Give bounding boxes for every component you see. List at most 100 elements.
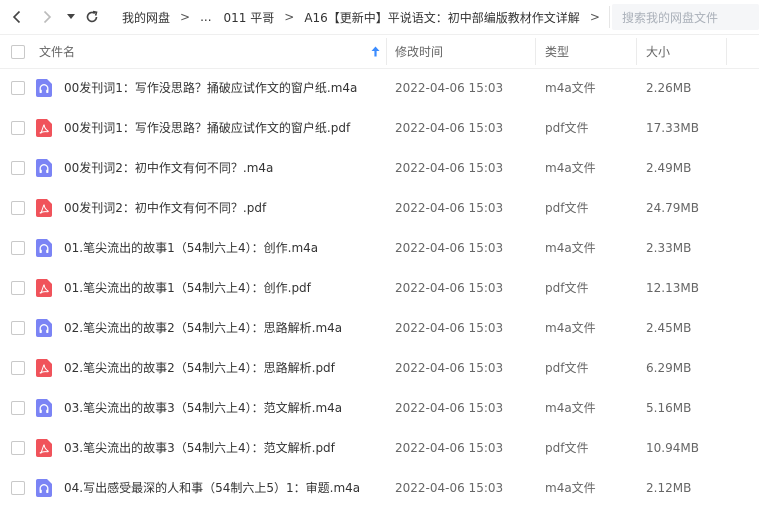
- audio-file-icon: [36, 479, 52, 497]
- sort-ascending-icon[interactable]: [371, 46, 380, 57]
- file-size: 2.33MB: [646, 241, 692, 255]
- refresh-button[interactable]: [83, 8, 101, 26]
- file-modified-time: 2022-04-06 15:03: [395, 241, 504, 255]
- file-name[interactable]: 02.笔尖流出的故事2（54制六上4）：思路解析.pdf: [64, 348, 335, 388]
- file-size: 5.16MB: [646, 401, 692, 415]
- audio-file-icon: [36, 239, 52, 257]
- table-row[interactable]: 00发刊词1：写作没思路？捅破应试作文的窗户纸.m4a 2022-04-06 15…: [0, 68, 759, 108]
- file-modified-time: 2022-04-06 15:03: [395, 321, 504, 335]
- row-checkbox[interactable]: [11, 241, 25, 255]
- row-checkbox[interactable]: [11, 281, 25, 295]
- back-button[interactable]: [8, 8, 26, 26]
- table-row[interactable]: 01.笔尖流出的故事1（54制六上4）：创作.pdf 2022-04-06 15:…: [0, 268, 759, 308]
- file-size: 12.13MB: [646, 281, 699, 295]
- file-size: 2.49MB: [646, 161, 692, 175]
- table-row[interactable]: 02.笔尖流出的故事2（54制六上4）：思路解析.pdf 2022-04-06 1…: [0, 348, 759, 388]
- file-type: m4a文件: [545, 481, 596, 495]
- select-all-checkbox[interactable]: [11, 45, 25, 59]
- file-size: 24.79MB: [646, 201, 699, 215]
- pdf-file-icon: [36, 199, 52, 217]
- breadcrumb-ellipsis[interactable]: ...: [194, 10, 217, 24]
- file-type: m4a文件: [545, 81, 596, 95]
- row-checkbox[interactable]: [11, 441, 25, 455]
- file-name[interactable]: 03.笔尖流出的故事3（54制六上4）：范文解析.m4a: [64, 388, 342, 428]
- table-row[interactable]: 00发刊词2：初中作文有何不同？.m4a 2022-04-06 15:03 m4a文…: [0, 148, 759, 188]
- column-divider[interactable]: [386, 38, 387, 65]
- file-type: m4a文件: [545, 161, 596, 175]
- file-modified-time: 2022-04-06 15:03: [395, 81, 504, 95]
- file-name[interactable]: 00发刊词2：初中作文有何不同？.pdf: [64, 188, 266, 228]
- top-toolbar: 我的网盘 > ... 011 平哥 > A16【更新中】平说语文：初中部编版教材…: [0, 0, 759, 34]
- file-size: 2.45MB: [646, 321, 692, 335]
- table-row[interactable]: 04.写出感受最深的人和事（54制六上5）1：审题.m4a 2022-04-06 …: [0, 468, 759, 508]
- search-placeholder: 搜索我的网盘文件: [622, 10, 719, 25]
- chevron-left-icon: [12, 10, 21, 24]
- row-checkbox[interactable]: [11, 361, 25, 375]
- table-row[interactable]: 00发刊词2：初中作文有何不同？.pdf 2022-04-06 15:03 pdf文…: [0, 188, 759, 228]
- search-input[interactable]: 搜索我的网盘文件: [612, 4, 759, 30]
- history-dropdown-button[interactable]: [64, 8, 78, 26]
- file-name[interactable]: 02.笔尖流出的故事2（54制六上4）：思路解析.m4a: [64, 308, 342, 348]
- forward-button[interactable]: [38, 8, 56, 26]
- breadcrumb-separator: >: [284, 10, 295, 24]
- file-type: pdf文件: [545, 441, 589, 455]
- breadcrumb-item-root[interactable]: 我的网盘: [112, 9, 176, 26]
- row-checkbox[interactable]: [11, 201, 25, 215]
- column-header-modified[interactable]: 修改时间: [395, 35, 443, 68]
- toolbar-divider: [609, 6, 610, 28]
- file-modified-time: 2022-04-06 15:03: [395, 361, 504, 375]
- file-type: m4a文件: [545, 321, 596, 335]
- file-type: pdf文件: [545, 281, 589, 295]
- row-checkbox[interactable]: [11, 161, 25, 175]
- file-modified-time: 2022-04-06 15:03: [395, 201, 504, 215]
- row-checkbox[interactable]: [11, 401, 25, 415]
- table-row[interactable]: 03.笔尖流出的故事3（54制六上4）：范文解析.m4a 2022-04-06 1…: [0, 388, 759, 428]
- chevron-right-icon: [43, 10, 52, 24]
- audio-file-icon: [36, 79, 52, 97]
- table-row[interactable]: 01.笔尖流出的故事1（54制六上4）：创作.m4a 2022-04-06 15:…: [0, 228, 759, 268]
- column-divider[interactable]: [726, 38, 727, 65]
- file-modified-time: 2022-04-06 15:03: [395, 441, 504, 455]
- table-row[interactable]: 02.笔尖流出的故事2（54制六上4）：思路解析.m4a 2022-04-06 1…: [0, 308, 759, 348]
- row-checkbox[interactable]: [11, 321, 25, 335]
- file-name[interactable]: 00发刊词1：写作没思路？捅破应试作文的窗户纸.m4a: [64, 68, 357, 108]
- caret-down-icon: [67, 14, 75, 19]
- column-divider[interactable]: [636, 38, 637, 65]
- table-row[interactable]: 03.笔尖流出的故事3（54制六上4）：范文解析.pdf 2022-04-06 1…: [0, 428, 759, 468]
- file-type: m4a文件: [545, 241, 596, 255]
- audio-file-icon: [36, 159, 52, 177]
- file-name[interactable]: 03.笔尖流出的故事3（54制六上4）：范文解析.pdf: [64, 428, 335, 468]
- file-size: 6.29MB: [646, 361, 692, 375]
- column-divider[interactable]: [535, 38, 536, 65]
- table-row[interactable]: 00发刊词1：写作没思路？捅破应试作文的窗户纸.pdf 2022-04-06 15…: [0, 108, 759, 148]
- pdf-file-icon: [36, 359, 52, 377]
- row-checkbox[interactable]: [11, 81, 25, 95]
- file-name[interactable]: 04.写出感受最深的人和事（54制六上5）1：审题.m4a: [64, 468, 360, 508]
- file-type: m4a文件: [545, 401, 596, 415]
- breadcrumb-separator: >: [589, 10, 600, 24]
- file-modified-time: 2022-04-06 15:03: [395, 161, 504, 175]
- file-type: pdf文件: [545, 121, 589, 135]
- breadcrumb-item-folder[interactable]: 011 平哥: [218, 9, 281, 26]
- column-header-name[interactable]: 文件名: [39, 35, 75, 68]
- file-name[interactable]: 00发刊词2：初中作文有何不同？.m4a: [64, 148, 273, 188]
- pdf-file-icon: [36, 439, 52, 457]
- file-size: 10.94MB: [646, 441, 699, 455]
- row-checkbox[interactable]: [11, 481, 25, 495]
- file-name[interactable]: 01.笔尖流出的故事1（54制六上4）：创作.pdf: [64, 268, 311, 308]
- breadcrumb-item-current[interactable]: A16【更新中】平说语文：初中部编版教材作文详解: [298, 9, 585, 26]
- file-modified-time: 2022-04-06 15:03: [395, 281, 504, 295]
- row-checkbox[interactable]: [11, 121, 25, 135]
- column-header-type[interactable]: 类型: [545, 35, 569, 68]
- file-size: 2.12MB: [646, 481, 692, 495]
- file-modified-time: 2022-04-06 15:03: [395, 121, 504, 135]
- breadcrumb-separator: >: [180, 10, 191, 24]
- refresh-icon: [86, 10, 98, 23]
- file-name[interactable]: 01.笔尖流出的故事1（54制六上4）：创作.m4a: [64, 228, 318, 268]
- audio-file-icon: [36, 319, 52, 337]
- file-name[interactable]: 00发刊词1：写作没思路？捅破应试作文的窗户纸.pdf: [64, 108, 350, 148]
- file-size: 17.33MB: [646, 121, 699, 135]
- column-header-size[interactable]: 大小: [646, 35, 670, 68]
- audio-file-icon: [36, 399, 52, 417]
- file-type: pdf文件: [545, 361, 589, 375]
